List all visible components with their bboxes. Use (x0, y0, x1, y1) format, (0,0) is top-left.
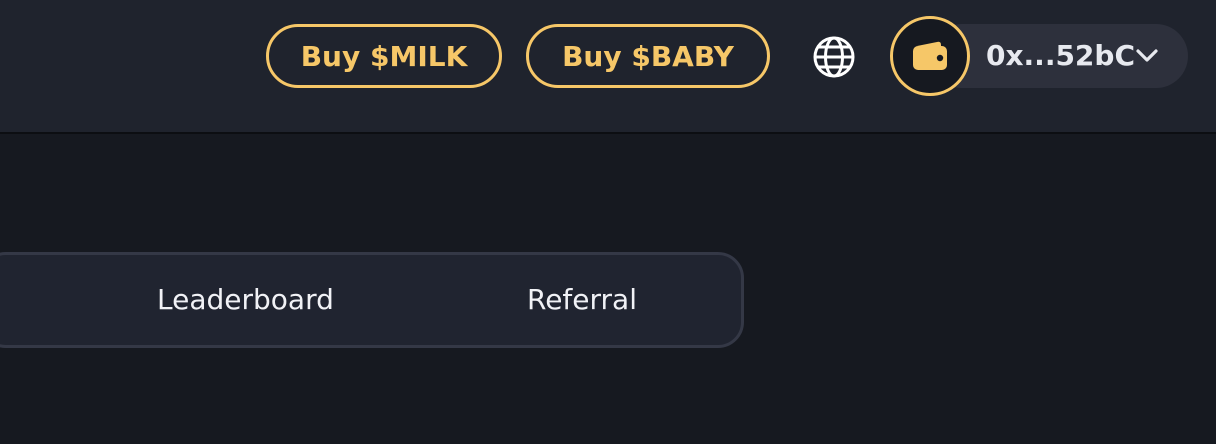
tab-leaderboard[interactable]: Leaderboard (157, 252, 334, 348)
tab-referral[interactable]: Referral (527, 252, 637, 348)
wallet-avatar[interactable] (890, 16, 970, 96)
wallet-icon (913, 41, 947, 70)
buy-baby-button[interactable]: Buy $BABY (526, 24, 770, 88)
buy-milk-button[interactable]: Buy $MILK (266, 24, 502, 88)
globe-icon[interactable] (812, 35, 856, 79)
chevron-down-icon[interactable] (1134, 43, 1160, 69)
top-header: Buy $MILK Buy $BABY 0x...52bC (0, 0, 1216, 134)
wallet-address[interactable]: 0x...52bC (986, 24, 1135, 88)
